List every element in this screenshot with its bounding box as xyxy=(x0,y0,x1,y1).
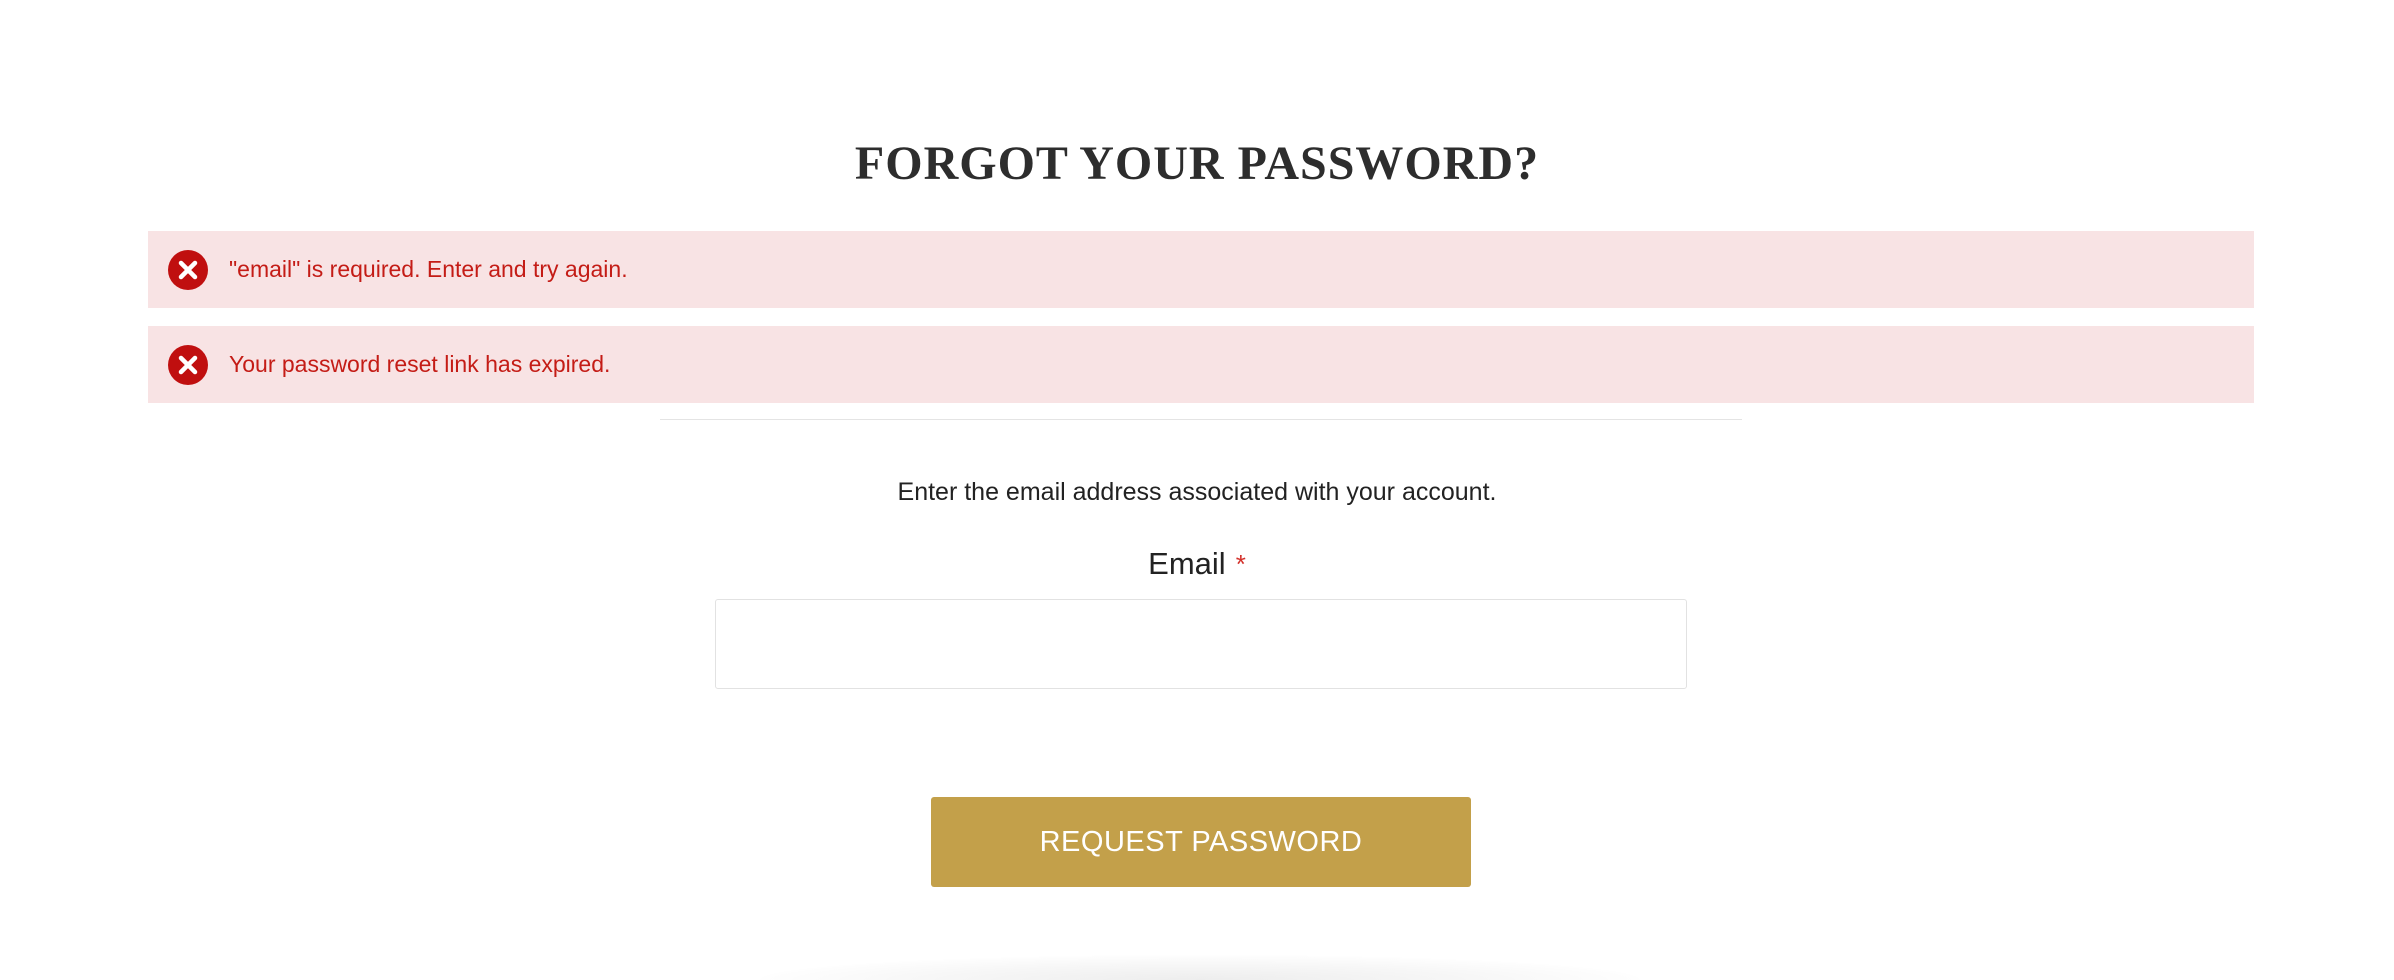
email-label-text: Email xyxy=(1148,546,1226,581)
error-message: Your password reset link has expired. xyxy=(148,326,2254,403)
error-message-text: Your password reset link has expired. xyxy=(229,351,611,377)
email-field[interactable] xyxy=(715,599,1687,689)
required-marker: * xyxy=(1235,549,1246,579)
footer-shadow xyxy=(760,955,1640,980)
form-instructions: Enter the email address associated with … xyxy=(897,478,1497,506)
error-x-icon xyxy=(168,345,208,385)
email-label: Email * xyxy=(0,542,2394,586)
error-message: "email" is required. Enter and try again… xyxy=(148,231,2254,308)
error-message-text: "email" is required. Enter and try again… xyxy=(229,256,628,282)
request-password-button[interactable]: REQUEST PASSWORD xyxy=(931,797,1471,887)
divider xyxy=(660,419,1742,420)
page-title: FORGOT YOUR PASSWORD? xyxy=(854,137,1540,190)
messages-container: "email" is required. Enter and try again… xyxy=(148,231,2254,421)
error-x-icon xyxy=(168,250,208,290)
